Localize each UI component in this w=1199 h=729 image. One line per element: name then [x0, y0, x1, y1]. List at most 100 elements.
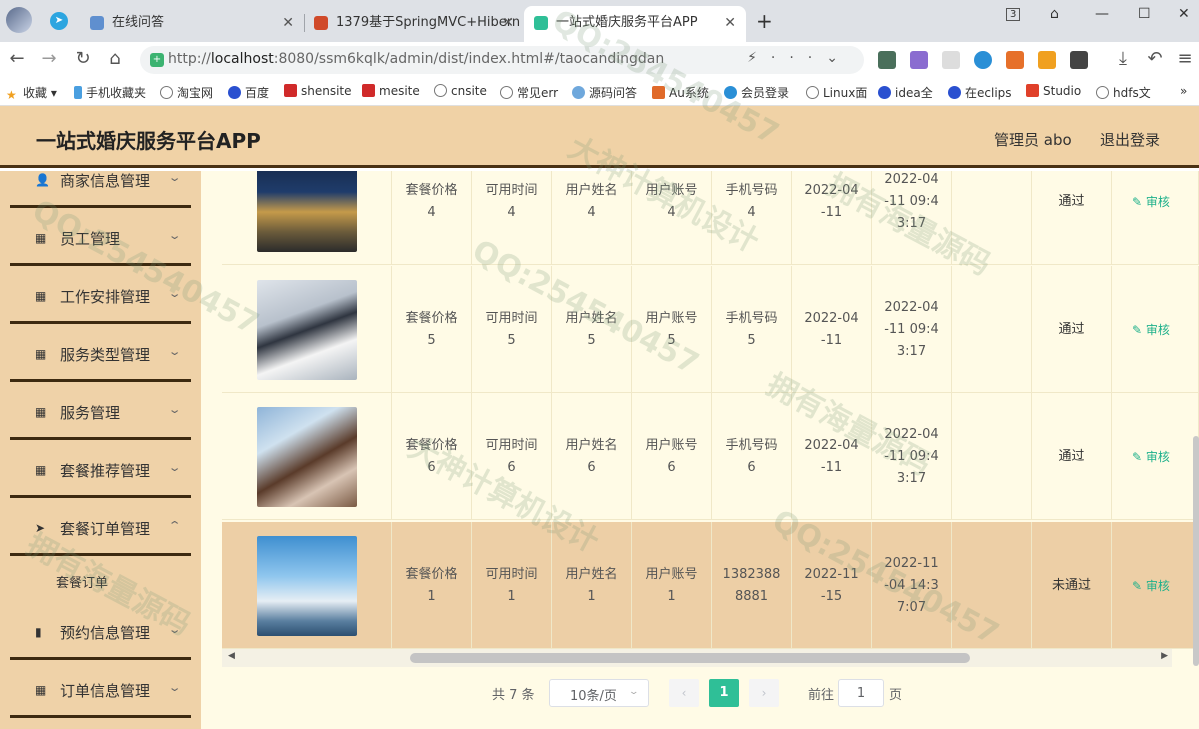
- browser-tab-1[interactable]: 在线问答 ✕: [80, 6, 304, 42]
- prev-page-button[interactable]: ‹: [669, 679, 699, 707]
- next-page-button[interactable]: ›: [749, 679, 779, 707]
- window-close-icon[interactable]: ✕: [1178, 6, 1190, 22]
- status-cell: 未通过: [1032, 522, 1112, 649]
- menu-icon[interactable]: ≡: [1174, 48, 1196, 69]
- name-cell: 用户姓名 5: [552, 266, 632, 393]
- chevron-down-icon: ⌄: [167, 229, 182, 242]
- page-size-select[interactable]: 10条/页 ⌄: [549, 679, 649, 707]
- account-cell: 用户账号 6: [632, 393, 712, 520]
- extension-icon[interactable]: [878, 51, 896, 69]
- back-icon[interactable]: ←: [6, 48, 28, 69]
- chevron-down-icon: ⌄: [167, 287, 182, 300]
- book-icon: ▮: [35, 625, 42, 639]
- audit-button[interactable]: ✎ 审核: [1112, 522, 1199, 649]
- bookmark-item[interactable]: Studio: [1026, 84, 1081, 98]
- scroll-left-icon[interactable]: ◀: [228, 651, 235, 661]
- edit-icon: ✎: [1132, 578, 1146, 593]
- apps-icon[interactable]: [1070, 51, 1088, 69]
- bookmark-item[interactable]: hdfs文: [1096, 84, 1151, 101]
- sidebar-item-schedule[interactable]: ▦ 工作安排管理 ⌄: [10, 266, 191, 324]
- bookmark-item[interactable]: 源码问答: [572, 84, 637, 101]
- date-cell: 2022-11 -15: [792, 522, 872, 649]
- bookmarks-overflow-icon[interactable]: »: [1180, 84, 1187, 98]
- search-ext-icon[interactable]: [974, 51, 992, 69]
- sidebar-item-service[interactable]: ▦ 服务管理 ⌄: [10, 382, 191, 440]
- bookmark-item[interactable]: 手机收藏夹: [74, 84, 146, 101]
- sidebar-item-package-recommend[interactable]: ▦ 套餐推荐管理 ⌄: [10, 440, 191, 498]
- sidebar-item-service-type[interactable]: ▦ 服务类型管理 ⌄: [10, 324, 191, 382]
- audit-button[interactable]: ✎ 审核: [1112, 266, 1199, 393]
- url-bar[interactable]: + http://localhost:8080/ssm6kqlk/admin/d…: [140, 46, 864, 74]
- url-text[interactable]: http://localhost:8080/ssm6kqlk/admin/dis…: [168, 51, 664, 67]
- scissors-icon[interactable]: [942, 51, 960, 69]
- bookmark-item[interactable]: 常见err: [500, 84, 558, 101]
- logout-button[interactable]: 退出登录: [1100, 129, 1160, 150]
- horizontal-scrollbar[interactable]: ◀ ▶: [222, 649, 1172, 667]
- shirt-icon[interactable]: ⌂: [1050, 6, 1059, 22]
- audit-label: 审核: [1145, 578, 1170, 593]
- address-toolbar: ← → ↻ ⌂ + http://localhost:8080/ssm6kqlk…: [0, 42, 1199, 78]
- empty-cell: [952, 522, 1032, 649]
- sidebar-item-order[interactable]: ▦ 订单信息管理 ⌄: [10, 660, 191, 718]
- bookmark-item[interactable]: 淘宝网: [160, 84, 213, 101]
- home-icon[interactable]: ⌂: [104, 48, 126, 69]
- profile-avatar[interactable]: [6, 7, 32, 33]
- app-header: 一站式婚庆服务平台APP 管理员 abo 退出登录: [0, 106, 1199, 168]
- account-cell: 用户账号 4: [632, 171, 712, 265]
- maximize-icon[interactable]: ☐: [1138, 6, 1151, 22]
- tab-close-icon[interactable]: ✕: [502, 6, 514, 40]
- sidebar-item-merchant[interactable]: 👤 商家信息管理 ⌄: [10, 171, 191, 208]
- phone-cell: 手机号码 4: [712, 171, 792, 265]
- bookmark-item[interactable]: idea全: [878, 84, 933, 101]
- bookmark-item[interactable]: mesite: [362, 84, 420, 98]
- sidebar-item-staff[interactable]: ▦ 员工管理 ⌄: [10, 208, 191, 266]
- browser-tab-3[interactable]: 一站式婚庆服务平台APP ✕: [524, 6, 746, 42]
- tab-close-icon[interactable]: ✕: [724, 6, 736, 40]
- scrollbar-thumb[interactable]: [410, 653, 970, 663]
- secure-icon: +: [150, 53, 164, 67]
- app-title: 一站式婚庆服务平台APP: [36, 129, 261, 153]
- bookmark-item[interactable]: 百度: [228, 84, 269, 101]
- chevron-down-icon: ⌄: [167, 403, 182, 416]
- reload-icon[interactable]: ↻: [72, 48, 94, 69]
- date-cell: 2022-04 -11: [792, 266, 872, 393]
- tab-close-icon[interactable]: ✕: [282, 6, 294, 40]
- sidebar-item-package-order[interactable]: ➤ 套餐订单管理 ⌃: [10, 498, 191, 556]
- audit-button[interactable]: ✎ 审核: [1112, 393, 1199, 520]
- undo-icon[interactable]: ↶: [1144, 48, 1166, 69]
- tab-title: 1379基于SpringMVC+Hibern: [336, 15, 521, 30]
- game-icon[interactable]: [1006, 51, 1024, 69]
- bookmark-item[interactable]: Linux面: [806, 84, 867, 101]
- vertical-scrollbar[interactable]: [1193, 436, 1199, 666]
- forward-icon[interactable]: →: [38, 48, 60, 69]
- download-icon[interactable]: ⤓: [1112, 48, 1134, 69]
- tab-counter[interactable]: 3: [1006, 8, 1021, 21]
- translate-icon[interactable]: [910, 51, 928, 69]
- new-tab-button[interactable]: +: [756, 9, 773, 33]
- bookmark-item[interactable]: 会员登录: [724, 84, 789, 101]
- audit-label: 审核: [1145, 194, 1170, 209]
- phone-cell: 手机号码 5: [712, 266, 792, 393]
- goto-page-input[interactable]: [838, 679, 884, 707]
- phone-cell: 1382388 8881: [712, 522, 792, 649]
- sidebar-subitem-package-order[interactable]: 套餐订单: [56, 572, 108, 591]
- telegram-icon[interactable]: ➤: [50, 12, 68, 30]
- url-tools[interactable]: ⚡···⌄: [747, 50, 852, 66]
- scroll-right-icon[interactable]: ▶: [1161, 651, 1168, 661]
- name-cell: 用户姓名 1: [552, 522, 632, 649]
- shield-icon[interactable]: [1038, 51, 1056, 69]
- bookmark-item[interactable]: cnsite: [434, 84, 487, 98]
- table-row: 套餐价格 6 可用时间 6 用户姓名 6 用户账号 6 手机号码 6 2022-…: [222, 393, 1199, 520]
- bookmark-item[interactable]: shensite: [284, 84, 352, 98]
- bookmark-item[interactable]: Au系统: [652, 84, 709, 101]
- package-photo: [256, 535, 357, 636]
- chevron-up-icon: ⌃: [167, 519, 182, 532]
- edit-icon: ✎: [1132, 449, 1146, 464]
- page-number-current[interactable]: 1: [709, 679, 739, 707]
- sidebar-item-booking[interactable]: ▮ 预约信息管理 ⌄: [10, 602, 191, 660]
- audit-button[interactable]: ✎ 审核: [1112, 171, 1199, 265]
- bookmark-item[interactable]: ★ 收藏 ▾: [6, 84, 57, 102]
- browser-tab-2[interactable]: 1379基于SpringMVC+Hibern ✕: [304, 6, 524, 42]
- bookmark-item[interactable]: 在eclips: [948, 84, 1012, 101]
- minimize-icon[interactable]: —: [1095, 6, 1109, 22]
